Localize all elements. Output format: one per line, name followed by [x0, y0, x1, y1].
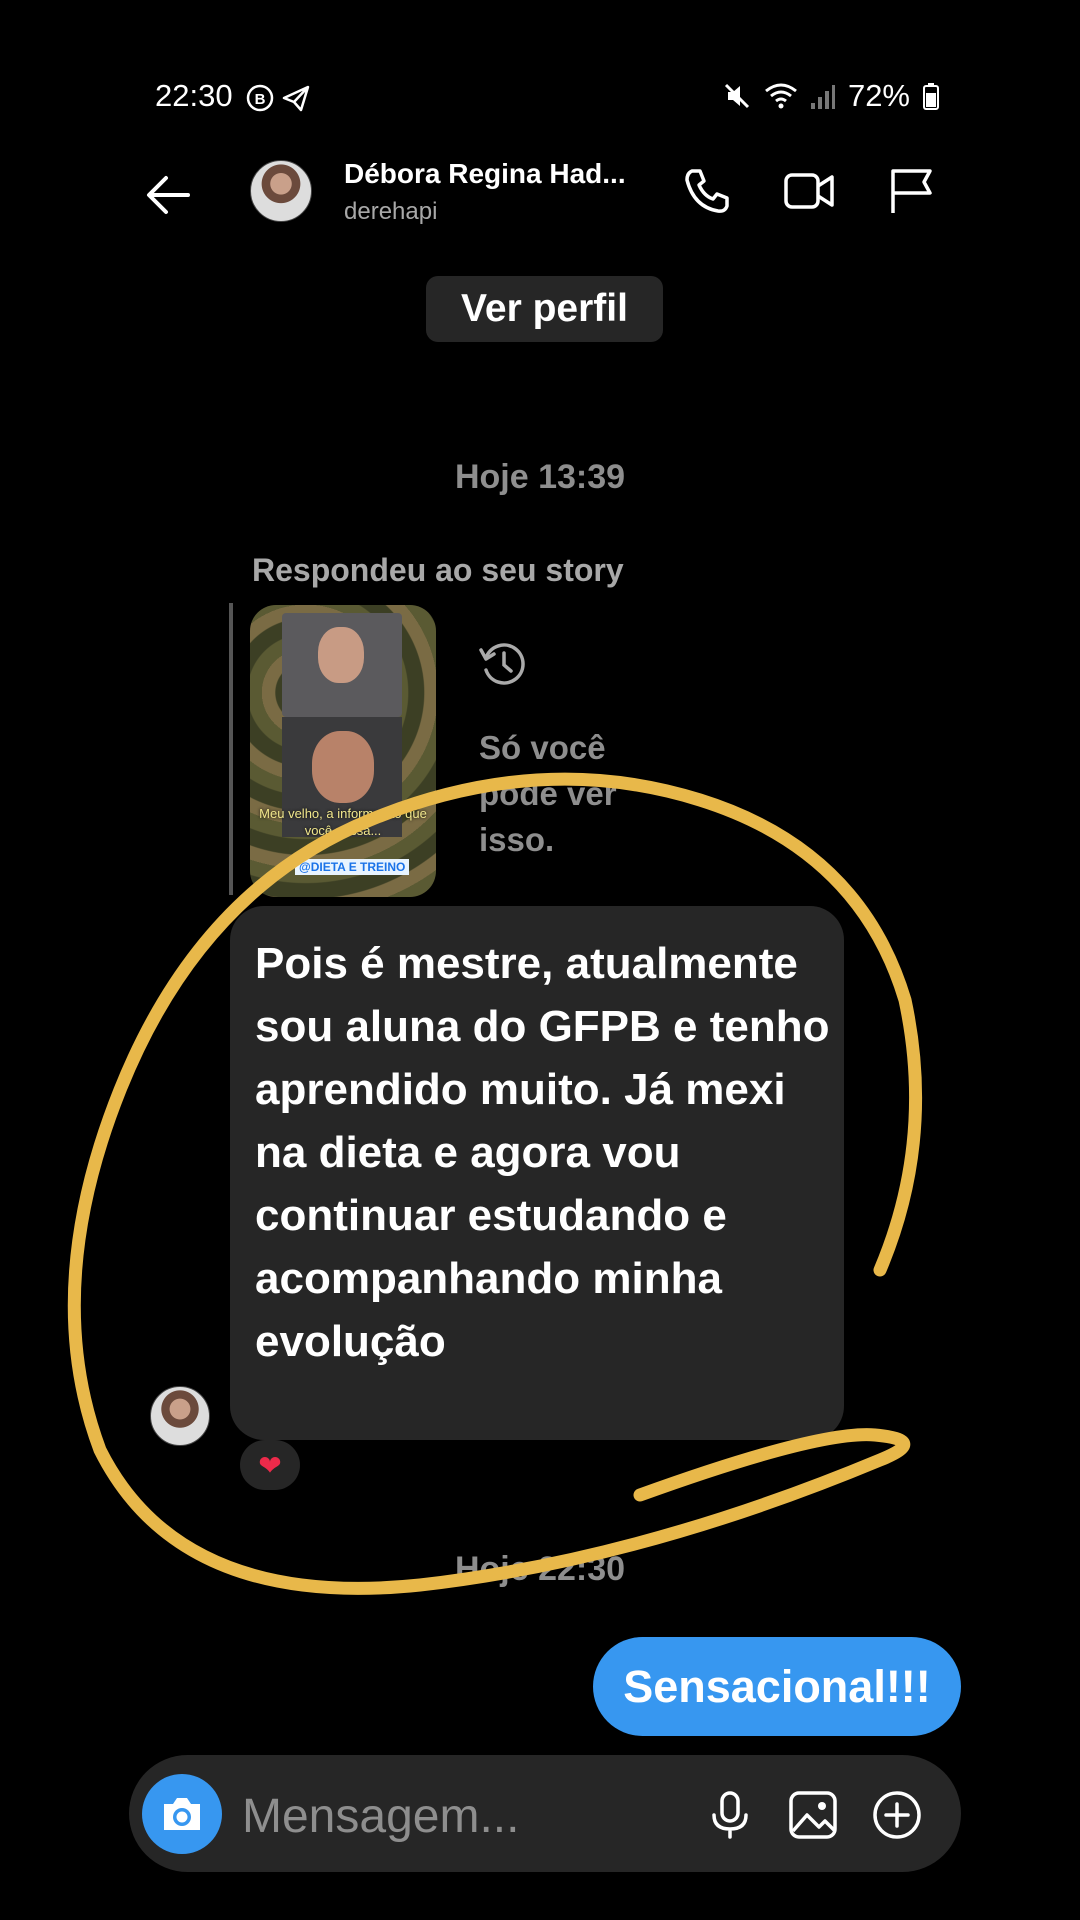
- camera-button[interactable]: [142, 1774, 222, 1854]
- view-profile-button[interactable]: Ver perfil: [426, 276, 663, 342]
- phone-call-icon[interactable]: [680, 165, 732, 217]
- story-tag: @DIETA E TREINO: [295, 859, 410, 875]
- reply-indicator-bar: [229, 603, 233, 895]
- contact-avatar[interactable]: [250, 160, 312, 222]
- story-person-top: [282, 613, 402, 717]
- contact-name[interactable]: Débora Regina Had...: [344, 158, 626, 190]
- add-circle-icon[interactable]: [869, 1787, 925, 1843]
- microphone-icon[interactable]: [702, 1787, 758, 1843]
- sender-avatar[interactable]: [150, 1386, 210, 1446]
- history-clock-icon: [479, 643, 525, 685]
- gallery-icon[interactable]: [785, 1787, 841, 1843]
- status-time: 22:30: [155, 78, 233, 113]
- signal-icon: [810, 85, 835, 109]
- report-flag-icon[interactable]: [886, 165, 938, 217]
- sent-message-bubble[interactable]: Sensacional!!!: [593, 1637, 961, 1736]
- contact-username[interactable]: derehapi: [344, 198, 437, 226]
- back-arrow-icon[interactable]: [140, 165, 200, 225]
- story-caption: Meu velho, a informação que você passa..…: [259, 806, 427, 838]
- replied-to-story-label: Respondeu ao seu story: [252, 552, 624, 588]
- heart-reaction[interactable]: ❤: [240, 1440, 300, 1490]
- camera-icon: [164, 1798, 200, 1830]
- story-thumbnail[interactable]: Meu velho, a informação que você passa..…: [250, 605, 436, 897]
- message-input[interactable]: [240, 1780, 684, 1852]
- wifi-icon: [765, 83, 797, 109]
- status-right: 72%: [722, 78, 940, 114]
- battery-percent: 72%: [847, 78, 910, 113]
- svg-text:B: B: [255, 91, 266, 108]
- timestamp: Hoje 13:39: [454, 458, 626, 496]
- video-call-icon[interactable]: [783, 165, 835, 217]
- battery-icon: [923, 83, 939, 110]
- received-message-text: Pois é mestre, atualmente sou aluna do G…: [255, 939, 830, 1366]
- timestamp: Hoje 22:30: [454, 1550, 626, 1588]
- mute-icon: [724, 83, 750, 109]
- status-app-icons: B: [246, 82, 316, 119]
- notification-icons: B: [246, 84, 310, 112]
- only-you-notice: Só você pode ver isso.: [479, 729, 617, 858]
